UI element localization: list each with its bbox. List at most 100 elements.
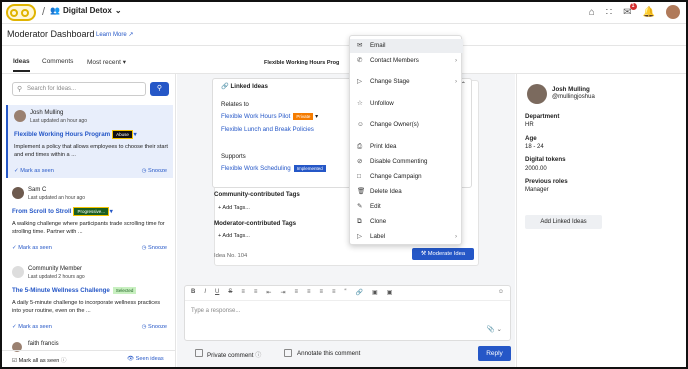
menu-item-contact-members[interactable]: ✆ Contact Members ›	[350, 54, 463, 68]
field-label: Previous roles	[525, 178, 568, 185]
snooze-button[interactable]: ◷ Snooze	[142, 168, 167, 174]
author-name: Sam C	[28, 187, 47, 193]
attach-icon[interactable]: 📎 ⌄	[487, 325, 502, 333]
underline-icon[interactable]: U	[215, 289, 219, 297]
seen-ideas-link[interactable]: 👁 Seen ideas	[127, 356, 164, 362]
chat-icon[interactable]: ✉ 1	[623, 2, 637, 18]
author-name: Josh Mulling	[30, 110, 64, 116]
strikethrough-icon[interactable]: S	[228, 289, 232, 297]
annotate-checkbox[interactable]	[284, 349, 292, 357]
add-tags-button[interactable]: + Add Tags...	[218, 233, 250, 239]
bold-icon[interactable]: B	[191, 289, 195, 297]
brand-logo[interactable]	[6, 4, 36, 21]
related-idea-link[interactable]: Flexible Lunch and Break Policies	[221, 126, 314, 133]
tab-comments[interactable]: Comments	[42, 58, 73, 65]
avatar	[12, 187, 24, 199]
list-item[interactable]: faith francis	[6, 340, 173, 352]
add-linked-ideas-button[interactable]: Add Linked Ideas	[525, 215, 602, 229]
align-left-icon[interactable]: ≡	[294, 289, 298, 297]
list-item[interactable]: Sam C Last updated an hour ago From Scro…	[6, 182, 173, 257]
search-placeholder: Search for Ideas...	[27, 86, 77, 92]
mark-all-seen-button[interactable]: ☑ Mark all as seen ⓘ	[12, 356, 66, 364]
snooze-button[interactable]: ◷ Snooze	[142, 245, 167, 251]
label-icon: ▷	[357, 233, 362, 240]
status-badge: Selected	[112, 287, 137, 294]
field-value: Manager	[525, 187, 549, 193]
image-icon[interactable]: ▣	[372, 289, 378, 297]
people-icon: 👥	[50, 6, 60, 15]
idea-excerpt: A daily 5-minute challenge to incorporat…	[12, 300, 161, 314]
status-badge: Private	[293, 113, 314, 120]
menu-item-edit[interactable]: ✎ Edit	[350, 200, 463, 214]
menu-item-unfollow[interactable]: ☆ Unfollow	[350, 97, 463, 111]
idea-title-header: Flexible Working Hours Prog	[264, 60, 340, 66]
emoji-icon[interactable]: ☺	[498, 289, 504, 297]
caret-down-icon: ▾	[109, 208, 113, 216]
align-center-icon[interactable]: ≡	[307, 289, 311, 297]
snooze-button[interactable]: ◷ Snooze	[142, 324, 167, 330]
caret-down-icon: ▾	[133, 131, 137, 139]
idea-title[interactable]: The 5-Minute Wellness Challenge Selected	[12, 287, 137, 294]
search-input[interactable]: ⚲ Search for Ideas...	[12, 82, 146, 96]
menu-item-change-campaign[interactable]: □ Change Campaign	[350, 170, 463, 184]
mark-as-seen-button[interactable]: ✓ Mark as seen	[12, 245, 52, 251]
mark-as-seen-button[interactable]: ✓ Mark as seen	[14, 168, 54, 174]
status-badge: Implemented	[293, 165, 326, 172]
align-right-icon[interactable]: ≡	[320, 289, 324, 297]
justify-icon[interactable]: ≡	[332, 289, 336, 297]
response-editor[interactable]: B I U S ≡ ≡ ⇤ ⇥ ≡ ≡ ≡ ≡ “ 🔗 ▣ ▣ ☺ Type a…	[184, 285, 511, 341]
indent-icon[interactable]: ⇥	[280, 289, 285, 297]
menu-item-print-idea[interactable]: ⎙ Print Idea	[350, 140, 463, 154]
menu-item-email[interactable]: ✉ Email	[350, 39, 463, 53]
menu-item-label[interactable]: ▷ Label ›	[350, 230, 463, 244]
idea-title[interactable]: Flexible Working Hours Program Abuse ▾	[14, 130, 137, 139]
profile-name: Josh Mulling	[552, 86, 590, 93]
home-icon[interactable]: ⌂	[589, 7, 595, 18]
bullet-list-icon[interactable]: ≡	[241, 289, 245, 297]
supports-label: Supports	[221, 153, 246, 160]
tab-ideas[interactable]: Ideas	[13, 58, 30, 72]
menu-item-disable-commenting[interactable]: ⊘ Disable Commenting	[350, 155, 463, 169]
list-item[interactable]: Community Member Last updated 2 hours ag…	[6, 261, 173, 336]
field-value: HR	[525, 122, 534, 128]
supported-idea-link[interactable]: Flexible Work Scheduling Implemented	[221, 165, 326, 172]
ideas-list-panel: ⚲ Search for Ideas... ⚲ Josh Mulling Las…	[2, 74, 176, 367]
app-window: / 👥 Digital Detox ⌄ ⌂ ∷ ✉ 1 🔔 Moderator D…	[0, 0, 688, 369]
menu-item-clone[interactable]: ⧉ Clone	[350, 215, 463, 229]
sort-dropdown[interactable]: Most recent ▾	[87, 58, 126, 66]
menu-item-delete-idea[interactable]: 🗑 Delete Idea	[350, 185, 463, 199]
editor-toolbar: B I U S ≡ ≡ ⇤ ⇥ ≡ ≡ ≡ ≡ “ 🔗 ▣ ▣ ☺	[185, 286, 510, 301]
workspace-switcher[interactable]: 👥 Digital Detox ⌄	[50, 6, 122, 15]
updated-time: Last updated 2 hours ago	[28, 274, 85, 280]
apps-grid-icon[interactable]: ∷	[606, 7, 612, 18]
page-title: Moderator Dashboard	[7, 29, 95, 39]
link-icon[interactable]: 🔗	[356, 289, 363, 297]
idea-title[interactable]: From Scroll to Stroll Progressive... ▾	[12, 207, 113, 216]
numbered-list-icon[interactable]: ≡	[254, 289, 258, 297]
menu-item-change-stage[interactable]: ▷ Change Stage ›	[350, 75, 463, 89]
profile-panel: Josh Mulling @mullingjoshua Department H…	[516, 74, 686, 367]
bell-icon[interactable]: 🔔	[643, 7, 655, 18]
mark-as-seen-button[interactable]: ✓ Mark as seen	[12, 324, 52, 330]
add-tags-button[interactable]: + Add Tags...	[218, 205, 250, 211]
menu-item-change-owners[interactable]: ☺ Change Owner(s)	[350, 118, 463, 132]
outdent-icon[interactable]: ⇤	[266, 289, 271, 297]
reply-button[interactable]: Reply	[478, 346, 511, 361]
clone-icon: ⧉	[357, 218, 362, 225]
trash-icon: 🗑	[357, 188, 366, 195]
italic-icon[interactable]: I	[204, 289, 206, 297]
top-bar: / 👥 Digital Detox ⌄ ⌂ ∷ ✉ 1 🔔	[2, 2, 686, 24]
moderate-idea-button[interactable]: ⚒ Moderate Idea	[412, 248, 474, 260]
user-avatar[interactable]	[666, 5, 680, 19]
notification-badge: 1	[629, 2, 637, 10]
search-button[interactable]: ⚲	[150, 82, 169, 96]
related-idea-link[interactable]: Flexible Work Hours Pilot Private ▾	[221, 113, 318, 120]
learn-more-link[interactable]: Learn More ↗	[96, 31, 133, 38]
idea-excerpt: A walking challenge where participants t…	[12, 221, 165, 235]
status-badge: Abuse	[112, 130, 133, 139]
info-icon: ⓘ	[60, 358, 67, 364]
private-comment-checkbox[interactable]	[195, 349, 203, 357]
list-item[interactable]: Josh Mulling Last updated an hour ago Fl…	[6, 105, 173, 178]
quote-icon[interactable]: “	[345, 289, 347, 297]
media-icon[interactable]: ▣	[387, 289, 393, 297]
